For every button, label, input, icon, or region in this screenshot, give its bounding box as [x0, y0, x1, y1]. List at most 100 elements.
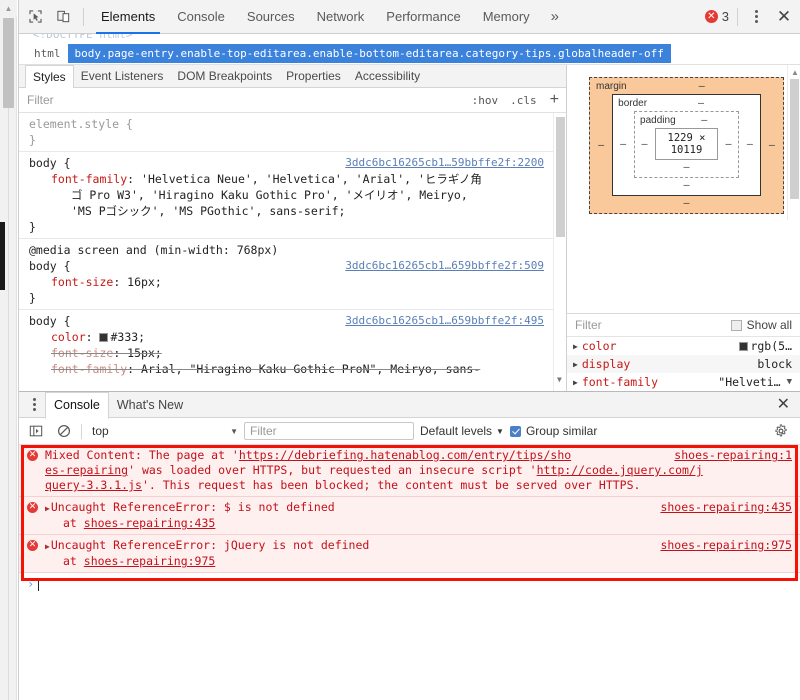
drawer-menu-icon[interactable] — [23, 398, 45, 411]
declaration-font-family-overridden[interactable]: font-family: Arial, "Hiragino Kaku Gothi… — [29, 361, 560, 377]
property-value[interactable]: : 15px; — [113, 346, 161, 360]
kebab-menu-icon[interactable] — [742, 3, 770, 31]
expand-icon[interactable]: ▶ — [45, 542, 50, 551]
message-source-link[interactable]: shoes-repairing:1 — [674, 448, 792, 463]
styles-scrollbar[interactable]: ▼ — [553, 113, 566, 391]
rule-source-link[interactable]: 3ddc6bc16265cb1…659bbffe2f:495 — [345, 313, 544, 329]
border-bottom-value[interactable]: – — [618, 180, 755, 192]
tab-properties[interactable]: Properties — [279, 65, 348, 88]
padding-bottom-value[interactable]: – — [640, 162, 733, 174]
chevron-right-icon[interactable]: ▶ — [573, 378, 578, 387]
console-sidebar-icon[interactable] — [25, 420, 47, 442]
tab-console[interactable]: Console — [166, 0, 236, 34]
property-value[interactable]: : 16px; — [113, 275, 161, 289]
border-right-value[interactable]: – — [745, 139, 755, 150]
declaration-font-size-overridden[interactable]: font-size: 15px; — [29, 345, 560, 361]
margin-left-value[interactable]: – — [596, 140, 606, 151]
breadcrumb-item-html[interactable]: html — [27, 45, 68, 62]
padding-top-value[interactable]: – — [676, 115, 733, 126]
computed-filter-input[interactable]: Filter — [575, 318, 731, 332]
console-message-mixed-content[interactable]: ✕ shoes-repairing:1 Mixed Content: The p… — [19, 445, 800, 497]
more-tabs-button[interactable]: » — [541, 0, 569, 34]
inspect-cursor-icon[interactable] — [21, 3, 49, 31]
computed-row-font-family[interactable]: ▶ font-family "Helveti… ▼ — [567, 373, 800, 391]
scrollbar-thumb[interactable] — [3, 18, 14, 108]
declaration-font-family[interactable]: font-family: 'Helvetica Neue', 'Helvetic… — [29, 171, 560, 187]
margin-bottom-value[interactable]: – — [596, 198, 777, 210]
group-similar-checkbox[interactable] — [509, 425, 521, 437]
border-left-value[interactable]: – — [618, 139, 628, 150]
error-count-badge[interactable]: ✕ 3 — [704, 9, 729, 24]
rule-source-link[interactable]: 3ddc6bc16265cb1…659bbffe2f:509 — [345, 258, 544, 274]
tab-accessibility[interactable]: Accessibility — [348, 65, 427, 88]
property-name[interactable]: font-size — [51, 346, 113, 360]
breadcrumb-item-body[interactable]: body.page-entry.enable-top-editarea.enab… — [67, 44, 671, 63]
declaration-color[interactable]: color: #333; — [29, 329, 560, 345]
chevron-right-icon[interactable]: ▶ — [573, 360, 578, 369]
tab-event-listeners[interactable]: Event Listeners — [74, 65, 171, 88]
message-source-link[interactable]: shoes-repairing:435 — [660, 500, 792, 515]
new-style-rule-button[interactable]: + — [543, 92, 566, 108]
gear-icon[interactable] — [770, 420, 792, 442]
tab-memory[interactable]: Memory — [472, 0, 541, 34]
tab-performance[interactable]: Performance — [375, 0, 471, 34]
border-top-value[interactable]: – — [647, 98, 755, 109]
device-toolbar-icon[interactable] — [49, 3, 77, 31]
property-value[interactable]: #333; — [110, 330, 145, 344]
page-scrollbar[interactable]: ▲ — [0, 0, 17, 700]
margin-right-value[interactable]: – — [767, 140, 777, 151]
drawer-close-icon[interactable]: ✕ — [777, 396, 800, 413]
computed-scrollbar[interactable]: ▲ — [787, 65, 800, 220]
clear-console-icon[interactable] — [53, 420, 75, 442]
styles-scrollbar-thumb[interactable] — [556, 117, 565, 237]
drawer-tab-console[interactable]: Console — [45, 391, 109, 419]
property-name[interactable]: color — [51, 330, 86, 344]
computed-row-color[interactable]: ▶ color rgb(5… — [567, 337, 800, 355]
tab-network[interactable]: Network — [306, 0, 376, 34]
tab-sources[interactable]: Sources — [236, 0, 306, 34]
box-model-border[interactable]: border – – padding – – 1229 × 10119 – – … — [612, 94, 761, 196]
box-model-content-size[interactable]: 1229 × 10119 — [655, 128, 718, 160]
msg-seg-2-url[interactable]: es-repairing — [45, 463, 128, 477]
chevron-right-icon[interactable]: ▶ — [573, 342, 578, 351]
computed-scrollbar-thumb[interactable] — [790, 79, 799, 199]
rule-source-link[interactable]: 3ddc6bc16265cb1…59bbffe2f:2200 — [345, 155, 544, 171]
color-swatch[interactable] — [99, 333, 109, 342]
console-message-dollar-undefined[interactable]: ✕ shoes-repairing:435 ▶Uncaught Referenc… — [19, 497, 800, 535]
cls-button[interactable]: .cls — [504, 94, 543, 107]
drawer-tab-whats-new[interactable]: What's New — [109, 392, 191, 418]
padding-right-value[interactable]: – — [724, 139, 733, 150]
scroll-up-icon[interactable]: ▲ — [791, 68, 799, 77]
group-similar-toggle[interactable]: Group similar — [509, 424, 597, 438]
context-selector[interactable]: top ▼ — [88, 424, 238, 438]
chevron-down-icon[interactable]: ▼ — [557, 372, 562, 388]
property-value[interactable]: : Arial, "Hiragino Kaku Gothic ProN", Me… — [127, 362, 480, 376]
computed-row-display[interactable]: ▶ display block — [567, 355, 800, 373]
box-model-padding[interactable]: padding – – 1229 × 10119 – – — [634, 111, 739, 178]
tab-dom-breakpoints[interactable]: DOM Breakpoints — [170, 65, 279, 88]
show-all-label[interactable]: Show all — [747, 318, 792, 332]
property-name[interactable]: font-family — [51, 172, 127, 186]
tab-styles[interactable]: Styles — [25, 64, 74, 89]
message-source-link[interactable]: shoes-repairing:975 — [660, 538, 792, 553]
console-filter-input[interactable]: Filter — [244, 422, 414, 440]
msg-seg-4-url[interactable]: http://code.jquery.com/j — [537, 463, 703, 477]
scrollbar-up-arrow[interactable]: ▲ — [0, 0, 17, 17]
rule-selector[interactable]: element.style { — [29, 116, 560, 132]
close-icon[interactable]: ✕ — [770, 3, 798, 31]
console-message-jquery-undefined[interactable]: ✕ shoes-repairing:975 ▶Uncaught Referenc… — [19, 535, 800, 573]
console-prompt[interactable]: › — [19, 573, 800, 595]
msg-seg-1-url[interactable]: https://debriefing.hatenablog.com/entry/… — [239, 448, 571, 462]
padding-left-value[interactable]: – — [640, 139, 649, 150]
styles-filter-input[interactable]: Filter — [27, 93, 466, 107]
stack-source-link[interactable]: shoes-repairing:975 — [84, 554, 216, 568]
hov-button[interactable]: :hov — [466, 94, 505, 107]
property-name[interactable]: font-size — [51, 275, 113, 289]
declaration-font-size[interactable]: font-size: 16px; — [29, 274, 560, 290]
chevron-down-icon[interactable]: ▼ — [787, 377, 792, 387]
tab-elements[interactable]: Elements — [90, 0, 166, 34]
expand-icon[interactable]: ▶ — [45, 504, 50, 513]
show-all-checkbox[interactable] — [730, 319, 742, 331]
stack-source-link[interactable]: shoes-repairing:435 — [84, 516, 216, 530]
property-name[interactable]: font-family — [51, 362, 127, 376]
